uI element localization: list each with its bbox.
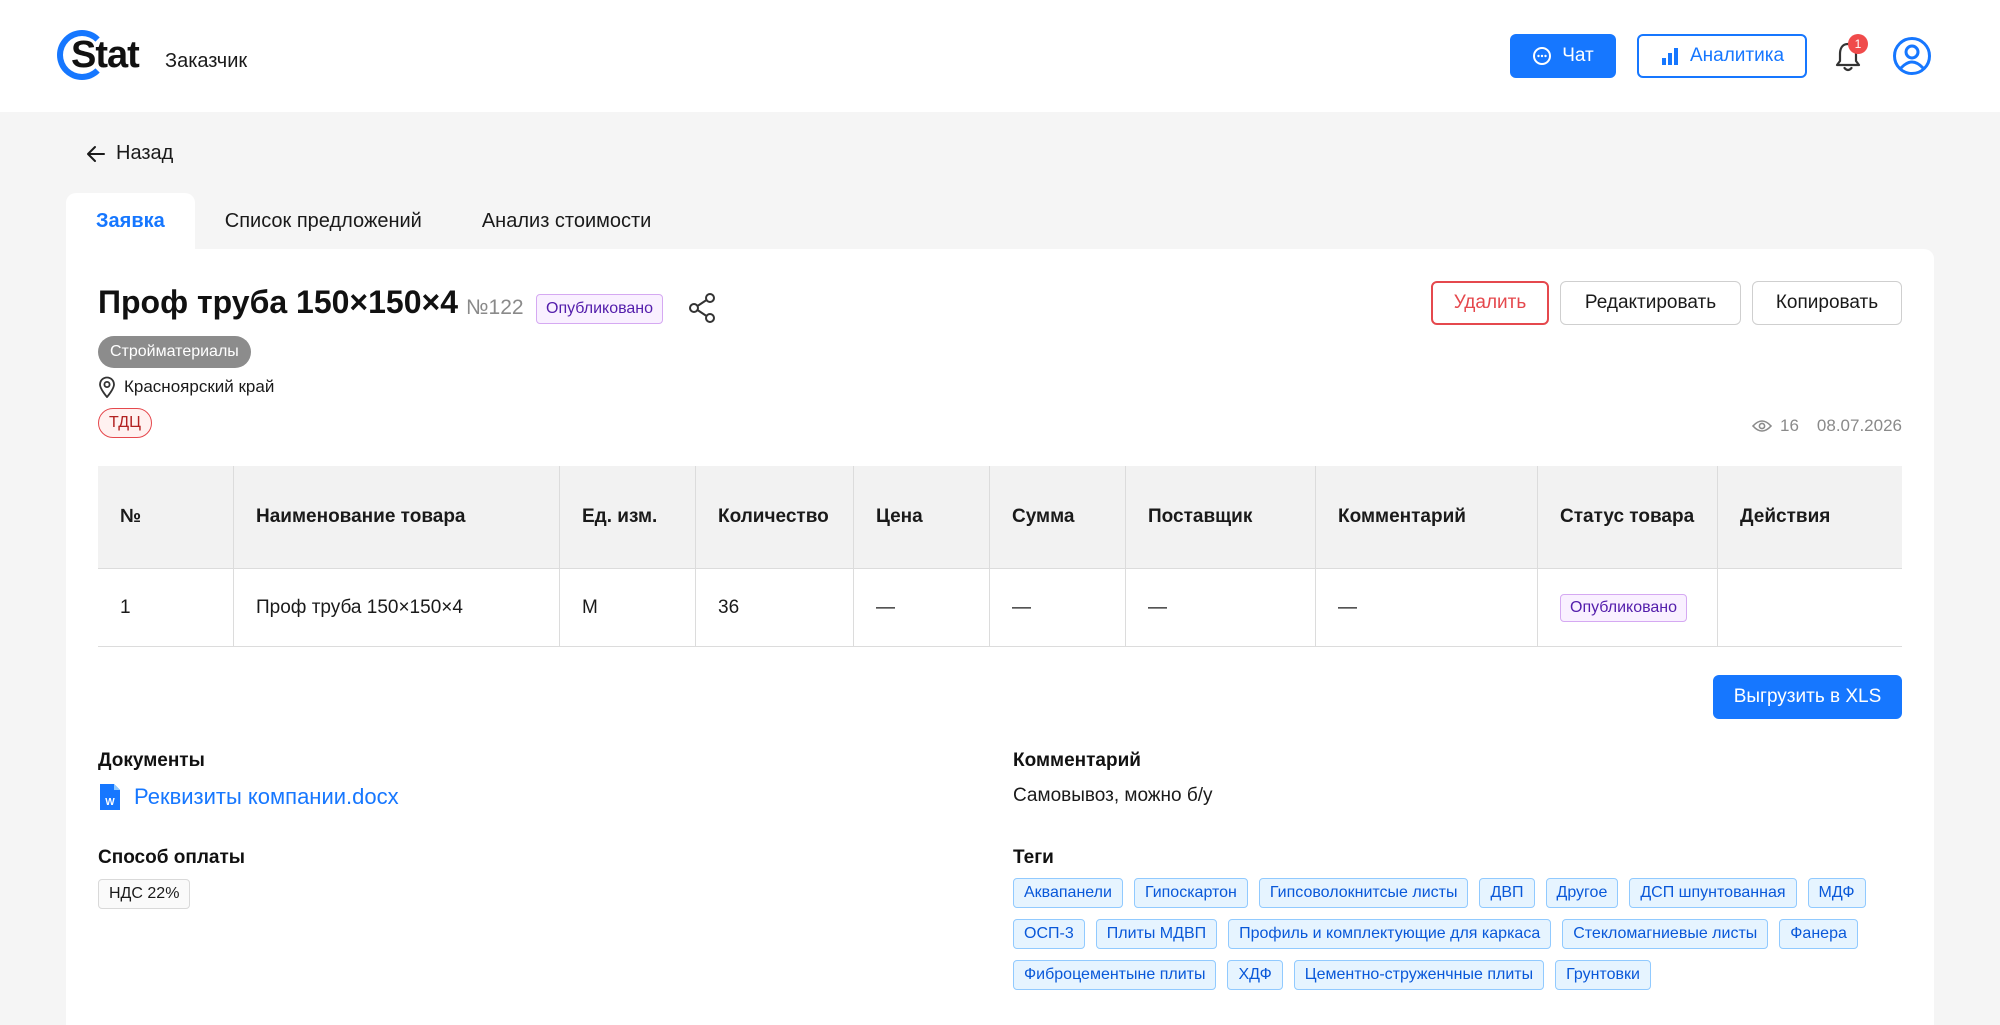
item-status-badge: Опубликовано [1560,593,1688,622]
col-quantity: Количество [696,466,854,568]
col-item-status: Статус товара [1538,466,1718,568]
svg-text:W: W [105,797,115,808]
tag-item[interactable]: Гипсоволокнитсые листы [1258,878,1469,908]
back-link-label: Назад [116,142,174,164]
cell-actions [1718,569,1902,646]
tdc-badge: ТДЦ [98,408,152,438]
status-badge: Опубликовано [536,294,664,324]
document-file-name: Реквизиты компании.docx [134,784,399,809]
logo[interactable]: Stat [57,30,145,82]
user-avatar-icon[interactable] [1892,36,1932,76]
export-xls-button[interactable]: Выгрузить в XLS [1713,675,1902,719]
tag-item[interactable]: Профиль и комплектующие для каркаса [1228,919,1552,949]
items-table: № Наименование товара Ед. изм. Количеств… [98,466,1902,647]
col-name: Наименование товара [234,466,560,568]
request-meta: 16 08.07.2026 [1751,416,1902,436]
cell-comment: — [1316,569,1538,646]
tag-item[interactable]: Фанера [1779,919,1858,949]
request-date: 08.07.2026 [1816,416,1902,435]
map-pin-icon [99,376,115,398]
location: Красноярский край [98,376,274,398]
documents-label: Документы [98,750,205,771]
request-title: Проф труба 150×150×4 [98,284,458,320]
cell-item-status: Опубликовано [1538,569,1718,646]
comment-text: Самовывоз, можно б/у [1013,785,1213,806]
col-unit: Ед. изм. [560,466,696,568]
payment-label: Способ оплаты [98,847,245,868]
analytics-button[interactable]: Аналитика [1637,34,1807,78]
col-sum: Сумма [990,466,1126,568]
tab-request[interactable]: Заявка [66,193,195,249]
copy-button[interactable]: Копировать [1752,281,1902,325]
cell-price: — [854,569,990,646]
cell-unit: М [560,569,696,646]
category-badge: Стройматериалы [98,336,251,368]
notification-badge: 1 [1848,34,1868,54]
comment-label: Комментарий [1013,750,1141,771]
tab-bar: Заявка Список предложений Анализ стоимос… [66,193,681,249]
bar-chart-icon [1661,48,1678,65]
tag-item[interactable]: ХДФ [1227,960,1283,990]
analytics-button-label: Аналитика [1689,45,1785,66]
tag-item[interactable]: Плиты МДВП [1095,919,1218,949]
user-role: Заказчик [165,50,248,72]
tag-item[interactable]: Аквапанели [1013,878,1123,908]
views-count: 16 [1779,416,1799,435]
location-text: Красноярский край [124,377,275,396]
tags-list: Аквапанели Гипоскартон Гипсоволокнитсые … [1013,878,1905,990]
share-icon[interactable] [688,293,716,323]
eye-icon [1751,420,1772,432]
tab-cost-analysis[interactable]: Анализ стоимости [452,193,682,249]
col-supplier: Поставщик [1126,466,1316,568]
tag-item[interactable]: Фиброцементыне плиты [1013,960,1217,990]
tag-item[interactable]: Грунтовки [1555,960,1651,990]
back-link[interactable]: Назад [86,142,173,165]
top-header: Stat Заказчик Чат Аналитика 1 [0,0,2000,112]
col-price: Цена [854,466,990,568]
request-number: №122 [466,296,524,319]
tag-item[interactable]: Цементно-струженчные плиты [1293,960,1545,990]
col-comment: Комментарий [1316,466,1538,568]
tags-label: Теги [1013,847,1054,868]
arrow-left-icon [87,145,105,162]
tag-item[interactable]: Стекломагниевые листы [1562,919,1769,949]
chat-button-label: Чат [1562,45,1594,66]
col-actions: Действия [1740,506,1831,527]
payment-method-badge: НДС 22% [98,879,191,909]
tab-offers[interactable]: Список предложений [195,193,452,249]
edit-button[interactable]: Редактировать [1560,281,1741,325]
tag-item[interactable]: Гипоскартон [1133,878,1248,908]
cell-name: Проф труба 150×150×4 [234,569,560,646]
cell-number: 1 [98,569,234,646]
col-number: № [98,466,234,568]
word-file-icon: W [100,784,120,810]
chat-button[interactable]: Чат [1510,34,1616,78]
tag-item[interactable]: ДВП [1479,878,1535,908]
tag-item[interactable]: Другое [1545,878,1619,908]
cell-quantity: 36 [696,569,854,646]
chat-icon [1533,47,1552,65]
delete-button[interactable]: Удалить [1431,281,1549,325]
cell-sum: — [990,569,1126,646]
tag-item[interactable]: ДСП шпунтованная [1629,878,1797,908]
document-link[interactable]: W Реквизиты компании.docx [98,782,399,812]
tag-item[interactable]: ОСП-3 [1013,919,1085,949]
cell-supplier: — [1126,569,1316,646]
table-header: № Наименование товара Ед. изм. Количеств… [98,466,1902,569]
logo-text: Stat [71,34,140,76]
tag-item[interactable]: МДФ [1807,878,1866,908]
table-row[interactable]: 1 Проф труба 150×150×4 М 36 — — — — Опуб… [98,569,1902,647]
